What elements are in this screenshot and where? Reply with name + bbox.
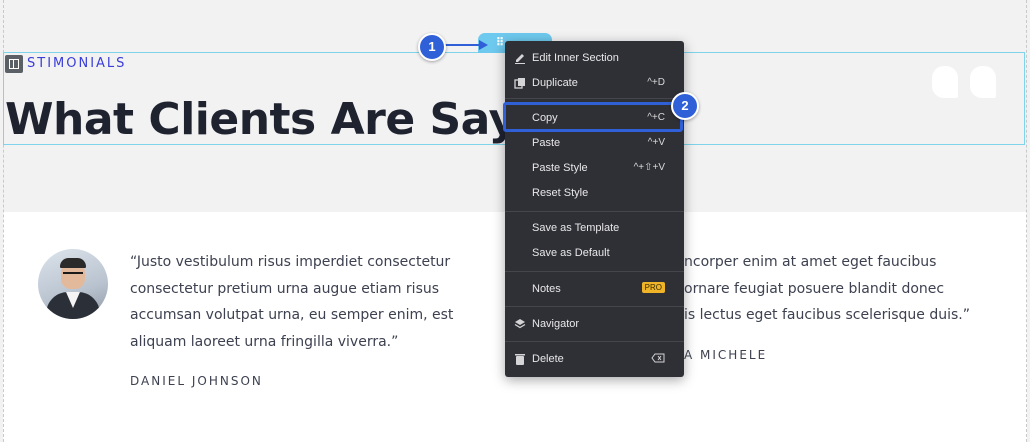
menu-divider (505, 341, 684, 342)
duplicate-icon (514, 77, 526, 89)
menu-item-save-as-default[interactable]: Save as Default (505, 241, 684, 265)
menu-item-paste[interactable]: Paste ^+V (505, 131, 684, 155)
section-eyebrow: STIMONIALS (27, 56, 127, 71)
menu-item-edit-inner-section[interactable]: Edit Inner Section (505, 46, 684, 70)
menu-item-save-as-template[interactable]: Save as Template (505, 216, 684, 240)
menu-divider (505, 98, 684, 99)
testimonial-author: DANIEL JOHNSON (130, 374, 263, 388)
menu-item-reset-style[interactable]: Reset Style (505, 181, 684, 205)
pro-badge: PRO (641, 282, 665, 293)
trash-icon (514, 353, 526, 365)
column-handle-icon[interactable] (5, 55, 23, 73)
callout-arrow-head (479, 40, 488, 50)
step-marker-1: 1 (418, 33, 446, 61)
menu-divider (505, 211, 684, 212)
menu-divider (505, 306, 684, 307)
menu-item-navigator[interactable]: Navigator (505, 312, 684, 336)
pencil-icon (514, 52, 526, 64)
drag-handle-icon[interactable]: ⠿ (496, 36, 504, 49)
callout-arrow (442, 44, 482, 46)
menu-item-notes[interactable]: Notes PRO (505, 277, 684, 301)
testimonial-quote: ncorper enim at amet eget faucibus ornar… (684, 254, 970, 323)
avatar (38, 249, 108, 319)
menu-item-paste-style[interactable]: Paste Style ^+⇧+V (505, 156, 684, 180)
copy-highlight-box (503, 102, 683, 132)
step-marker-2: 2 (671, 92, 699, 120)
context-menu: Edit Inner Section Duplicate ^+D Copy ^+… (505, 41, 684, 377)
menu-item-delete[interactable]: Delete (505, 347, 684, 371)
delete-key-icon (651, 353, 665, 366)
column-guide-right (1026, 0, 1027, 442)
menu-item-duplicate[interactable]: Duplicate ^+D (505, 71, 684, 95)
testimonial-author: A MICHELE (684, 348, 768, 362)
testimonial-quote: “Justo vestibulum risus imperdiet consec… (130, 254, 454, 350)
layers-icon (514, 318, 526, 330)
menu-divider (505, 271, 684, 272)
